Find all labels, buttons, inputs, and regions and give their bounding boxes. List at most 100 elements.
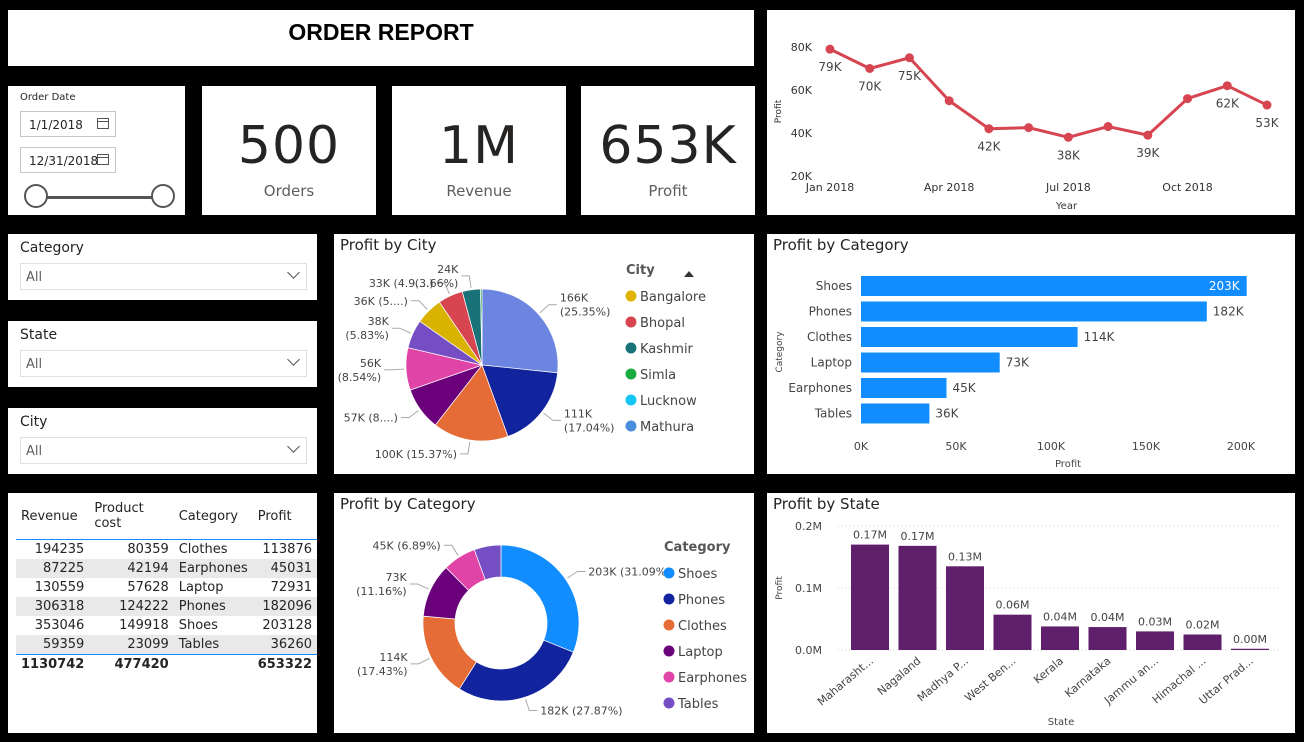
state-dropdown[interactable]: All	[20, 350, 307, 377]
legend-item: Phones	[678, 593, 725, 608]
date-slider-track[interactable]	[36, 196, 164, 199]
legend-item: Simla	[640, 368, 676, 383]
legend-title: City	[626, 263, 655, 278]
start-date-input[interactable]: 1/1/2018	[20, 111, 116, 137]
slice-label: 100K (15.37%)	[375, 448, 457, 461]
table-cell: 203128	[262, 618, 312, 633]
x-tick-label: Madhya P...	[915, 654, 971, 704]
data-label: 45K	[953, 381, 977, 395]
city-dropdown[interactable]: All	[20, 437, 307, 464]
leader-line	[410, 658, 430, 665]
chevron-down-icon[interactable]	[287, 266, 300, 279]
data-label: 39K	[1136, 146, 1160, 160]
y-axis-title: Profit	[775, 576, 785, 600]
legend-marker	[625, 316, 637, 328]
end-date-input[interactable]: 12/31/2018	[20, 147, 116, 173]
bar	[861, 378, 947, 398]
leader-line	[400, 410, 419, 418]
x-axis-title: Profit	[1055, 459, 1081, 470]
data-label: 182K	[1213, 305, 1245, 319]
start-date-value: 1/1/2018	[29, 118, 83, 132]
slice-label: 56K	[360, 357, 382, 370]
table-cell: 80359	[127, 542, 169, 557]
table-total-cell: 1130742	[16, 654, 90, 674]
table-total-cell: 653322	[252, 654, 317, 674]
bar	[851, 544, 889, 650]
slice-label: (25.35%)	[560, 306, 611, 319]
table-total-cell	[173, 654, 253, 674]
data-point	[944, 96, 954, 106]
bar	[861, 276, 1247, 296]
x-tick-label: 100K	[1037, 440, 1066, 453]
summary-table-card: Revenue Product cost Category Profit 194…	[8, 493, 317, 733]
city-slicer-title: City	[20, 414, 48, 430]
profit-by-city-chart[interactable]: 166K(25.35%) 111K(17.04%) 100K (15.37%) 57K…	[334, 234, 754, 474]
date-filter-label: Order Date	[20, 92, 76, 103]
x-axis-title: State	[1048, 717, 1074, 728]
slice-label: 73K	[385, 571, 407, 584]
date-slider-start-handle[interactable]	[24, 184, 48, 208]
table-cell: 182096	[252, 597, 317, 616]
slice-label: 111K	[564, 407, 593, 420]
profit-by-category-donut-chart[interactable]: 203K (31.09%) 182K (27.87%) 114K(17.43%) 73…	[334, 493, 754, 733]
table-cell: 124222	[89, 597, 174, 616]
legend-marker	[663, 567, 675, 579]
table-header-row: Revenue Product cost Category Profit	[16, 501, 317, 540]
column-header[interactable]: Profit	[252, 501, 317, 540]
x-axis-title: Year	[1055, 201, 1078, 212]
table-cell: Earphones	[173, 559, 253, 578]
y-tick-label: 40K	[791, 127, 813, 140]
x-tick-label: 150K	[1132, 440, 1161, 453]
state-slicer-title: State	[20, 327, 58, 343]
legend-item: Bangalore	[640, 290, 706, 305]
x-tick-label: Jan 2018	[805, 181, 854, 194]
state-dropdown-value: All	[26, 357, 43, 372]
calendar-icon[interactable]	[97, 118, 109, 129]
kpi-revenue-label: Revenue	[446, 182, 512, 200]
leader-line	[525, 698, 538, 712]
data-point	[865, 64, 875, 73]
slice-label: (8.54%)	[338, 371, 382, 384]
data-label: 75K	[898, 69, 922, 83]
data-point	[1063, 132, 1073, 142]
data-label: 62K	[1216, 97, 1240, 111]
legend-marker	[663, 593, 675, 605]
leader-line	[443, 544, 459, 556]
column-header[interactable]: Category	[173, 501, 253, 540]
chevron-down-icon[interactable]	[287, 440, 300, 453]
y-axis-title: Category	[775, 331, 785, 373]
column-header[interactable]: Revenue	[16, 501, 90, 540]
category-dropdown[interactable]: All	[20, 263, 307, 290]
data-label: 0.06M	[996, 599, 1030, 612]
slice-label: (17.04%)	[564, 421, 615, 434]
bar	[861, 403, 930, 424]
slice-label: 182K (27.87%)	[540, 705, 622, 718]
city-slicer-card: City All	[8, 408, 317, 474]
y-tick-label: 0.0M	[795, 644, 822, 657]
table-row: 130559 57628 Laptop 72931	[16, 578, 317, 597]
legend-item: Kashmir	[640, 342, 694, 357]
pie-slice	[500, 544, 580, 653]
slice-label: 38K	[368, 315, 390, 328]
data-label: 0.02M	[1186, 619, 1220, 632]
leader-line	[567, 571, 586, 579]
data-label: 53K	[1255, 116, 1279, 130]
legend-marker	[625, 420, 637, 432]
column-header[interactable]: Product cost	[89, 501, 174, 540]
leader-line	[461, 275, 472, 288]
chevron-down-icon[interactable]	[287, 353, 300, 366]
slice-label: 24K	[437, 263, 459, 276]
data-point	[1222, 81, 1232, 91]
data-label: 73K	[1006, 356, 1030, 370]
data-point	[1024, 123, 1034, 133]
profit-by-category-bar-chart[interactable]: Shoes 203K Phones 182K Clothes 114K Laptop 73K E…	[767, 234, 1295, 474]
calendar-icon[interactable]	[97, 154, 109, 165]
bar	[861, 327, 1078, 347]
profit-by-state-chart[interactable]: 0.0M 0.1M 0.2M 0.17M Maharasht... 0.17M Nagala…	[767, 493, 1295, 733]
slice-label: 36K (5....)	[354, 295, 408, 308]
profit-line-chart[interactable]: 20K40K60K80KJan 2018 Apr 2018 Jul 2018 Oct …	[767, 10, 1295, 215]
y-tick-label: 80K	[791, 41, 813, 54]
date-slider-end-handle[interactable]	[151, 184, 175, 208]
legend-item: Lucknow	[640, 394, 697, 409]
profit-by-category-donut-card: Profit by Category 203K (31.09%) 182K (27…	[334, 493, 754, 733]
